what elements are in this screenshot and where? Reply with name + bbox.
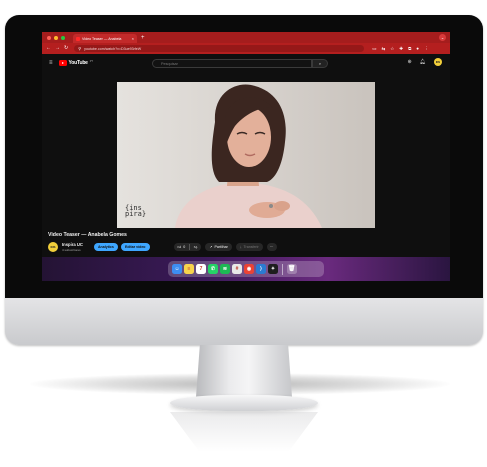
desktop-wallpaper: ☺ ≡ 7 ✆ ≋ # ◉ ⟩ ✦ 🗑: [42, 257, 450, 281]
minimize-window-button[interactable]: [54, 35, 58, 40]
share-label: Partilhar: [214, 245, 228, 249]
create-video-icon[interactable]: ⊕: [407, 59, 411, 65]
more-actions-button[interactable]: ···: [266, 243, 277, 251]
header-actions: ⊕ 🔔︎ INS: [407, 58, 442, 66]
browser-tab-bar: Video Teaser — Anabela × + ⌄: [42, 32, 450, 43]
like-divider: [189, 244, 190, 250]
edit-video-button[interactable]: Editar vídeo: [120, 243, 150, 251]
download-button[interactable]: ⤓ Transferir: [235, 243, 263, 251]
search-input[interactable]: Pesquisar: [152, 59, 312, 68]
translate-icon[interactable]: ⇆: [381, 46, 385, 52]
close-window-button[interactable]: [47, 35, 51, 40]
address-bar[interactable]: ⚲ youtube.com/watch?v=D3ue93rfeW: [74, 45, 365, 52]
zoom-window-button[interactable]: [61, 35, 65, 40]
like-count: 0: [183, 245, 186, 249]
channel-info: Inspira UC 4 subscritores: [62, 242, 83, 252]
tab-search-icon[interactable]: ⌄: [439, 34, 446, 41]
monitor-chin: [5, 298, 483, 345]
window-controls: [47, 35, 65, 40]
notifications-bell-icon[interactable]: 🔔︎: [420, 59, 426, 65]
extensions-puzzle-icon[interactable]: ⧉: [408, 46, 411, 52]
search-placeholder: Pesquisar: [161, 61, 178, 66]
search-icon: ⌕: [318, 61, 322, 66]
stand-reflection: [170, 412, 318, 452]
analytics-button[interactable]: Analytics: [93, 243, 118, 251]
inspira-watermark: {ins pira}: [125, 205, 147, 218]
bookmark-icon[interactable]: ☆: [390, 46, 394, 52]
video-owner-row: INS Inspira UC 4 subscritores Analytics …: [48, 240, 448, 254]
dock: ☺ ≡ 7 ✆ ≋ # ◉ ⟩ ✦ 🗑: [168, 261, 324, 277]
new-tab-button[interactable]: +: [141, 35, 145, 41]
dock-slack-icon[interactable]: #: [232, 264, 242, 274]
country-code: PT: [89, 60, 93, 63]
download-label: Transferir: [243, 245, 259, 249]
extension-icon[interactable]: ✚: [399, 46, 403, 52]
hamburger-menu-icon[interactable]: ≡: [49, 60, 53, 66]
profile-icon[interactable]: ●: [416, 46, 419, 52]
browser-tab[interactable]: Video Teaser — Anabela ×: [73, 34, 137, 43]
stand-neck: [196, 345, 292, 397]
more-icon: ···: [269, 245, 274, 249]
stand-base: [170, 395, 318, 411]
like-icon[interactable]: 👍︎: [178, 245, 182, 249]
like-dislike-group: 👍︎ 0 👎︎: [173, 243, 202, 251]
dock-calendar-icon[interactable]: 7: [196, 264, 206, 274]
dock-chrome-icon[interactable]: ◉: [244, 264, 254, 274]
youtube-play-icon: [58, 60, 67, 66]
share-icon: ↗: [209, 245, 213, 249]
dislike-icon[interactable]: 👎︎: [194, 245, 198, 249]
dock-whatsapp-icon[interactable]: ✆: [208, 264, 218, 274]
search-button[interactable]: ⌕: [312, 59, 328, 68]
forward-icon[interactable]: →: [55, 46, 60, 51]
dock-finder-icon[interactable]: ☺: [172, 264, 182, 274]
youtube-logo[interactable]: YouTube PT: [58, 60, 93, 66]
video-title: Video Teaser — Anabela Gomes: [48, 232, 127, 238]
dock-spotify-icon[interactable]: ≋: [220, 264, 230, 274]
dock-vscode-icon[interactable]: ⟩: [256, 264, 266, 274]
video-player[interactable]: {ins pira}: [117, 82, 375, 228]
browser-toolbar: ← → ↻ ⚲ youtube.com/watch?v=D3ue93rfeW ▭…: [42, 43, 450, 54]
dock-notes-icon[interactable]: ≡: [184, 264, 194, 274]
subscriber-count: 4 subscritores: [62, 247, 81, 252]
dock-separator: [282, 263, 283, 275]
tab-title: Video Teaser — Anabela: [82, 36, 122, 41]
account-avatar[interactable]: INS: [434, 58, 442, 66]
channel-name[interactable]: Inspira UC: [62, 242, 83, 247]
tab-close-icon[interactable]: ×: [132, 36, 134, 41]
download-icon: ⤓: [239, 245, 242, 249]
cast-icon[interactable]: ▭: [372, 46, 376, 52]
menu-kebab-icon[interactable]: ⋮: [424, 46, 429, 52]
dock-figma-icon[interactable]: ✦: [268, 264, 278, 274]
screen: Video Teaser — Anabela × + ⌄ ← → ↻ ⚲ you…: [42, 32, 450, 281]
channel-avatar[interactable]: INS: [48, 242, 58, 252]
extension-icons: ▭ ⇆ ☆ ✚ ⧉ ● ⋮: [372, 46, 428, 52]
youtube-favicon-icon: [76, 36, 80, 41]
dock-trash-icon[interactable]: 🗑: [286, 264, 297, 274]
youtube-wordmark: YouTube: [68, 60, 88, 66]
youtube-header: ≡ YouTube PT Pesquisar ⌕ ⊕ 🔔︎ INS: [42, 54, 450, 72]
back-icon[interactable]: ←: [46, 46, 51, 51]
share-button[interactable]: ↗ Partilhar: [205, 243, 232, 251]
site-info-icon[interactable]: ⚲: [78, 46, 81, 51]
video-frame: [117, 82, 375, 228]
reload-icon[interactable]: ↻: [64, 46, 68, 51]
watermark-line-2: pira}: [125, 210, 147, 218]
url-text: youtube.com/watch?v=D3ue93rfeW: [84, 46, 142, 51]
